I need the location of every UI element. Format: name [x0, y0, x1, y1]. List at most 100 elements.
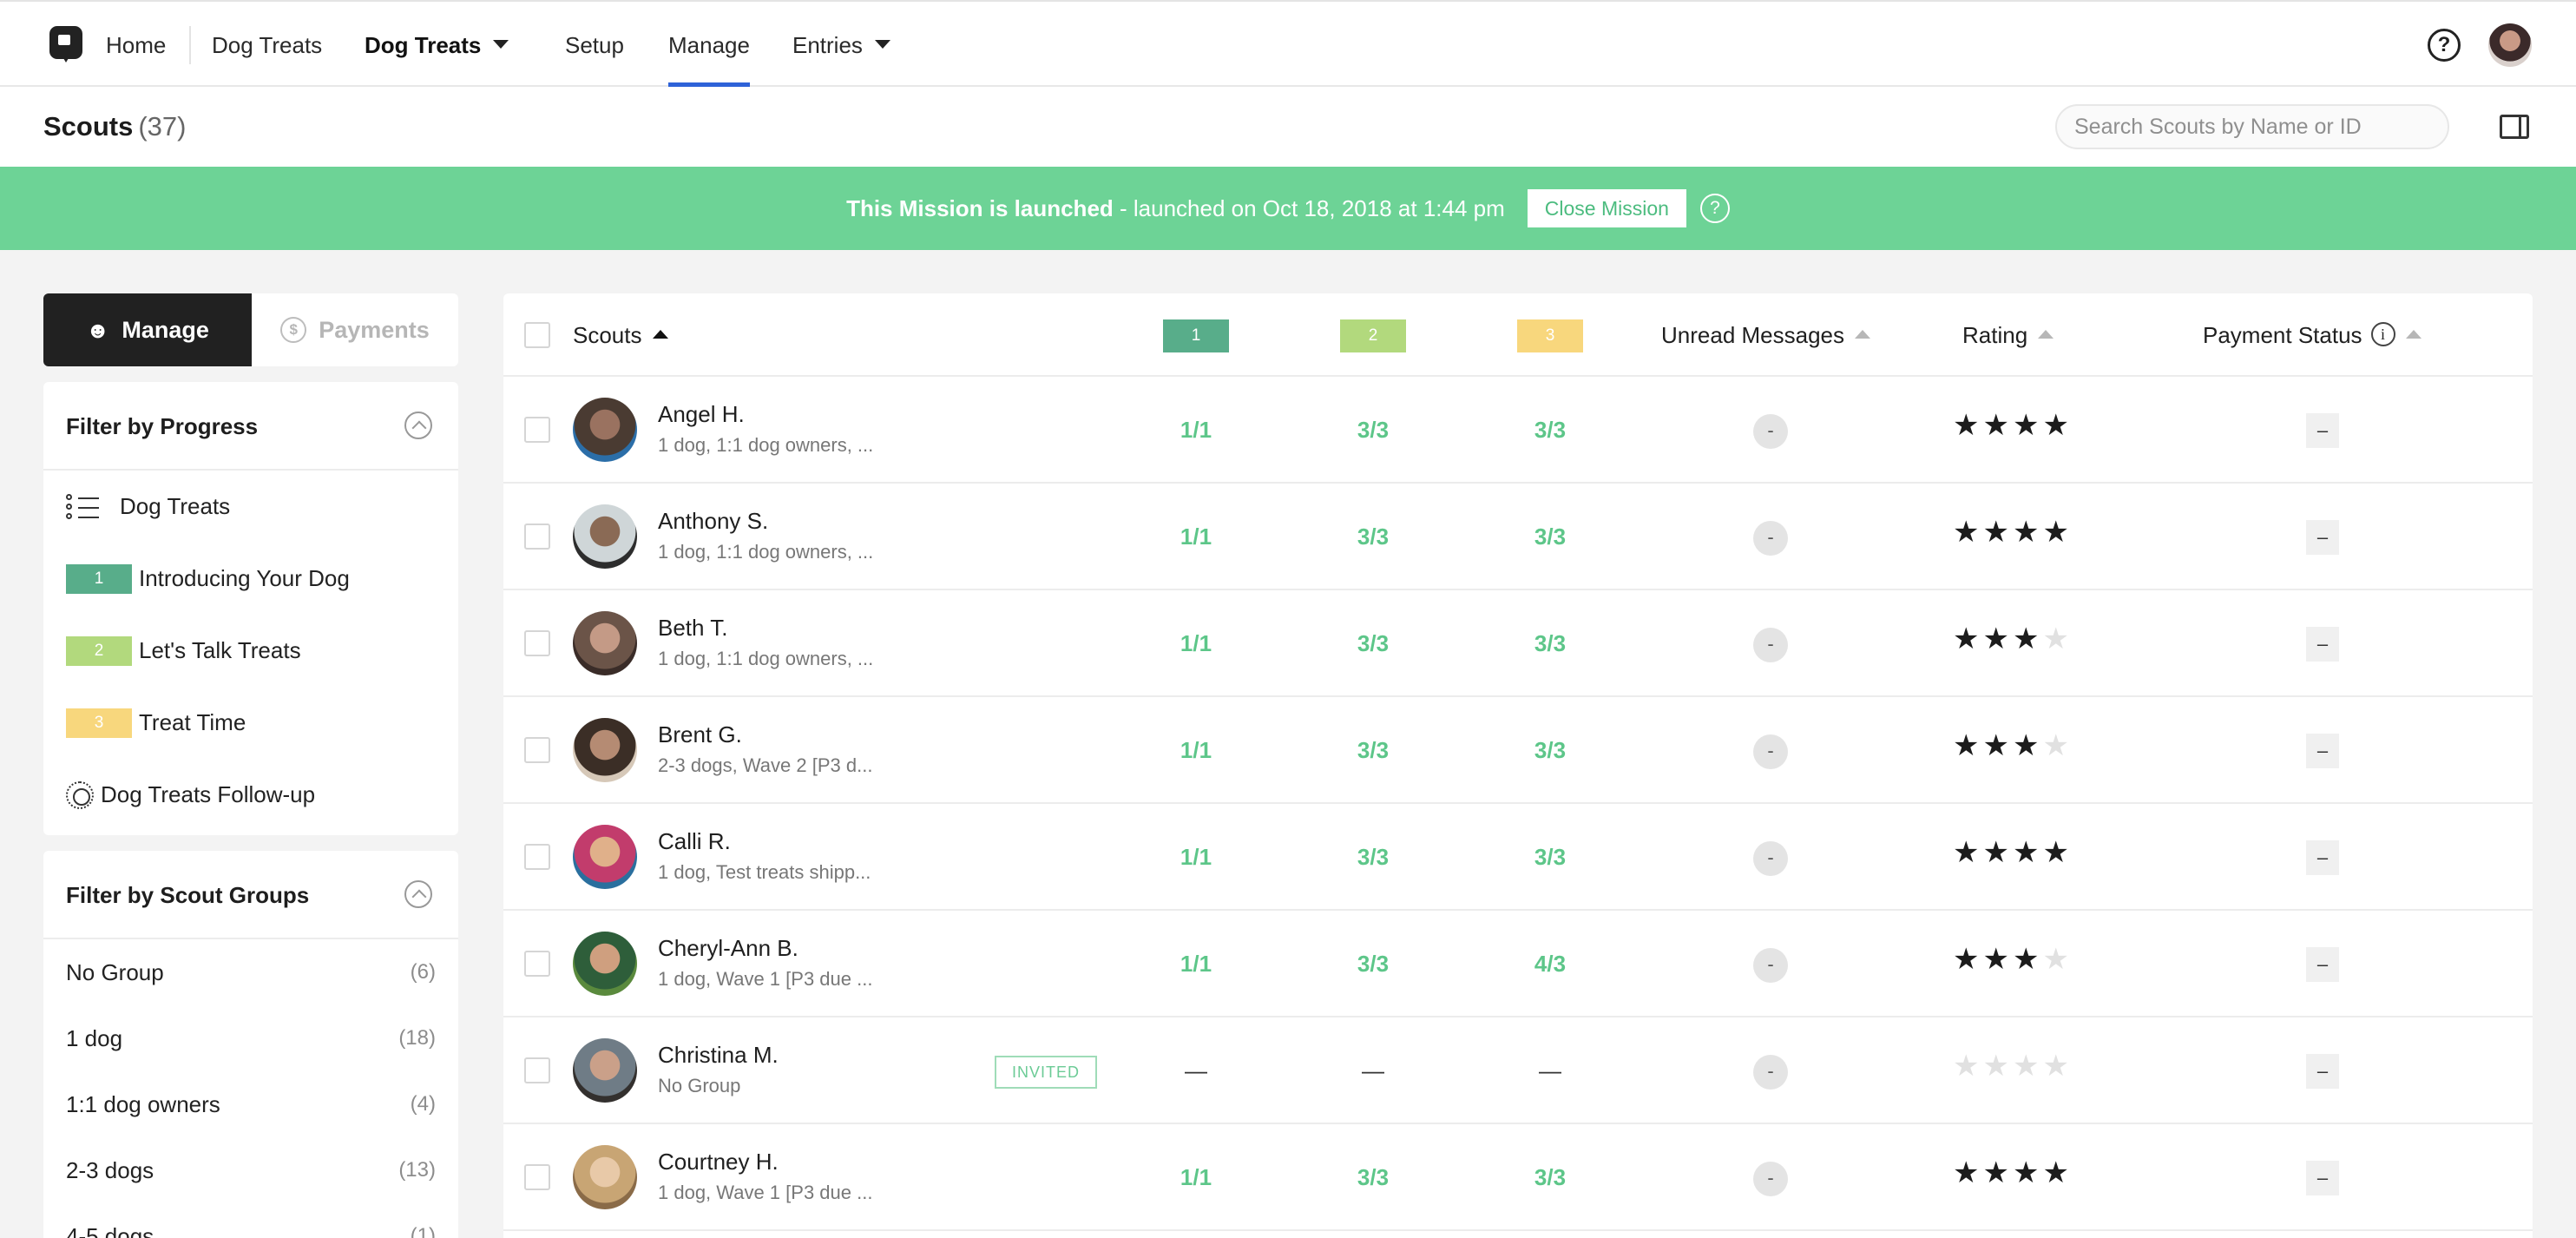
nav-project[interactable]: Dog Treats: [212, 2, 322, 89]
progress-filter-part-3[interactable]: 3 Treat Time: [43, 687, 458, 759]
help-icon[interactable]: ?: [1699, 194, 1730, 223]
column-header-rating[interactable]: Rating: [1962, 293, 2054, 377]
rating-stars[interactable]: ★★★★: [1953, 942, 2073, 977]
payment-status[interactable]: –: [2306, 840, 2339, 875]
collapse-icon[interactable]: [404, 412, 432, 439]
column-header-unread[interactable]: Unread Messages: [1661, 293, 1870, 377]
avatar: [573, 1038, 637, 1103]
column-header-payment[interactable]: Payment Status i: [2203, 293, 2422, 377]
unread-messages-badge[interactable]: -: [1753, 628, 1788, 662]
group-filter-item[interactable]: 2-3 dogs (13): [43, 1137, 458, 1203]
payment-status[interactable]: –: [2306, 520, 2339, 555]
app-logo-icon[interactable]: [49, 26, 82, 63]
group-filter-item[interactable]: No Group (6): [43, 939, 458, 1005]
rating-stars[interactable]: ★★★★: [1953, 408, 2073, 443]
nav-entries-dropdown[interactable]: Entries: [792, 2, 890, 89]
unread-messages-badge[interactable]: -: [1753, 948, 1788, 983]
part-3-progress: 3/3: [1534, 524, 1567, 550]
star-icon: ★: [1953, 516, 1983, 549]
part-3-progress: 3/3: [1534, 737, 1567, 763]
table-row[interactable]: Beth T. 1 dog, 1:1 dog owners, ... 1/1 3/3 3…: [503, 590, 2533, 697]
unread-messages-badge[interactable]: -: [1753, 1055, 1788, 1090]
column-header-part-1[interactable]: 1: [1163, 319, 1229, 352]
payment-status[interactable]: –: [2306, 413, 2339, 448]
nav-setup[interactable]: Setup: [565, 2, 624, 89]
scout-name[interactable]: Beth T.: [658, 615, 727, 642]
table-row[interactable]: Christina M. No Group INVITED — — — - ★★★★ –: [503, 1017, 2533, 1124]
nav-divider: [189, 26, 191, 64]
help-icon[interactable]: ?: [2428, 29, 2461, 62]
filter-groups-title: Filter by Scout Groups: [66, 882, 310, 908]
rating-stars[interactable]: ★★★★: [1953, 1156, 2073, 1190]
table-row[interactable]: Angel H. 1 dog, 1:1 dog owners, ... 1/1 3/3…: [503, 377, 2533, 484]
group-filter-item[interactable]: 1:1 dog owners (4): [43, 1071, 458, 1137]
row-checkbox[interactable]: [524, 417, 550, 443]
group-filter-item[interactable]: 4-5 dogs (1): [43, 1203, 458, 1238]
scout-name[interactable]: Brent G.: [658, 721, 742, 748]
rating-stars[interactable]: ★★★★: [1953, 728, 2073, 763]
table-row[interactable]: Courtney H. 1 dog, Wave 1 [P3 due ... 1/1 3…: [503, 1124, 2533, 1231]
progress-filter-part-2[interactable]: 2 Let's Talk Treats: [43, 615, 458, 687]
progress-filter-followup[interactable]: Dog Treats Follow-up: [43, 759, 458, 831]
unread-messages-badge[interactable]: -: [1753, 1162, 1788, 1196]
table-row[interactable]: Anthony S. 1 dog, 1:1 dog owners, ... 1/1 3…: [503, 484, 2533, 590]
nav-home[interactable]: Home: [106, 2, 166, 89]
row-checkbox[interactable]: [524, 1057, 550, 1083]
unread-messages-badge[interactable]: -: [1753, 841, 1788, 876]
filter-progress-header: Filter by Progress: [43, 382, 458, 471]
user-avatar[interactable]: [2488, 23, 2532, 67]
group-filter-item[interactable]: 1 dog (18): [43, 1005, 458, 1071]
row-checkbox[interactable]: [524, 1164, 550, 1190]
table-row[interactable]: Brent G. 2-3 dogs, Wave 2 [P3 d... 1/1 3/3 3…: [503, 697, 2533, 804]
star-icon: ★: [2012, 516, 2043, 549]
progress-filter-part-1[interactable]: 1 Introducing Your Dog: [43, 543, 458, 615]
row-checkbox[interactable]: [524, 524, 550, 550]
star-icon: ★: [2012, 1050, 2043, 1083]
progress-filter-label: Let's Talk Treats: [139, 637, 301, 663]
column-header-scouts[interactable]: Scouts: [573, 293, 668, 377]
scout-name[interactable]: Christina M.: [658, 1042, 779, 1069]
tab-payments[interactable]: $ Payments: [252, 293, 458, 366]
payment-status[interactable]: –: [2306, 1161, 2339, 1195]
rating-stars[interactable]: ★★★★: [1953, 1049, 2073, 1083]
progress-filter-all[interactable]: Dog Treats: [43, 471, 458, 543]
scout-name[interactable]: Cheryl-Ann B.: [658, 935, 798, 962]
unread-messages-badge[interactable]: -: [1753, 414, 1788, 449]
row-checkbox[interactable]: [524, 844, 550, 870]
table-row[interactable]: Cheryl-Ann B. 1 dog, Wave 1 [P3 due ... 1/…: [503, 911, 2533, 1017]
tab-manage[interactable]: ☻ Manage: [43, 293, 252, 366]
payment-status[interactable]: –: [2306, 734, 2339, 768]
table-row[interactable]: Calli R. 1 dog, Test treats shipp... 1/1 3/…: [503, 804, 2533, 911]
scout-name[interactable]: Calli R.: [658, 828, 731, 855]
payment-status[interactable]: –: [2306, 627, 2339, 662]
row-checkbox[interactable]: [524, 630, 550, 656]
payment-status[interactable]: –: [2306, 1054, 2339, 1089]
column-header-part-2[interactable]: 2: [1340, 319, 1406, 352]
rating-stars[interactable]: ★★★★: [1953, 515, 2073, 550]
rating-stars[interactable]: ★★★★: [1953, 835, 2073, 870]
part-2-progress: 3/3: [1357, 524, 1390, 550]
scout-name[interactable]: Anthony S.: [658, 508, 768, 535]
chevron-down-icon: [874, 40, 890, 49]
row-checkbox[interactable]: [524, 737, 550, 763]
nav-mission-dropdown[interactable]: Dog Treats: [365, 2, 509, 89]
payment-status[interactable]: –: [2306, 947, 2339, 982]
row-checkbox[interactable]: [524, 951, 550, 977]
unread-messages-badge[interactable]: -: [1753, 521, 1788, 556]
column-header-part-3[interactable]: 3: [1517, 319, 1583, 352]
rating-stars[interactable]: ★★★★: [1953, 622, 2073, 656]
close-mission-button[interactable]: Close Mission: [1527, 189, 1686, 227]
sidebar-tabs: ☻ Manage $ Payments: [43, 293, 458, 366]
info-icon[interactable]: i: [2370, 322, 2395, 347]
sort-icon: [1855, 330, 1870, 339]
collapse-icon[interactable]: [404, 880, 432, 908]
scout-name[interactable]: Courtney H.: [658, 1149, 779, 1175]
nav-manage[interactable]: Manage: [668, 2, 750, 89]
star-icon: ★: [1953, 729, 1983, 762]
scout-name[interactable]: Angel H.: [658, 401, 745, 428]
search-input[interactable]: [2055, 104, 2449, 149]
select-all-checkbox[interactable]: [524, 322, 550, 348]
star-icon: ★: [2042, 729, 2073, 762]
panel-toggle-icon[interactable]: [2500, 115, 2529, 139]
unread-messages-badge[interactable]: -: [1753, 734, 1788, 769]
